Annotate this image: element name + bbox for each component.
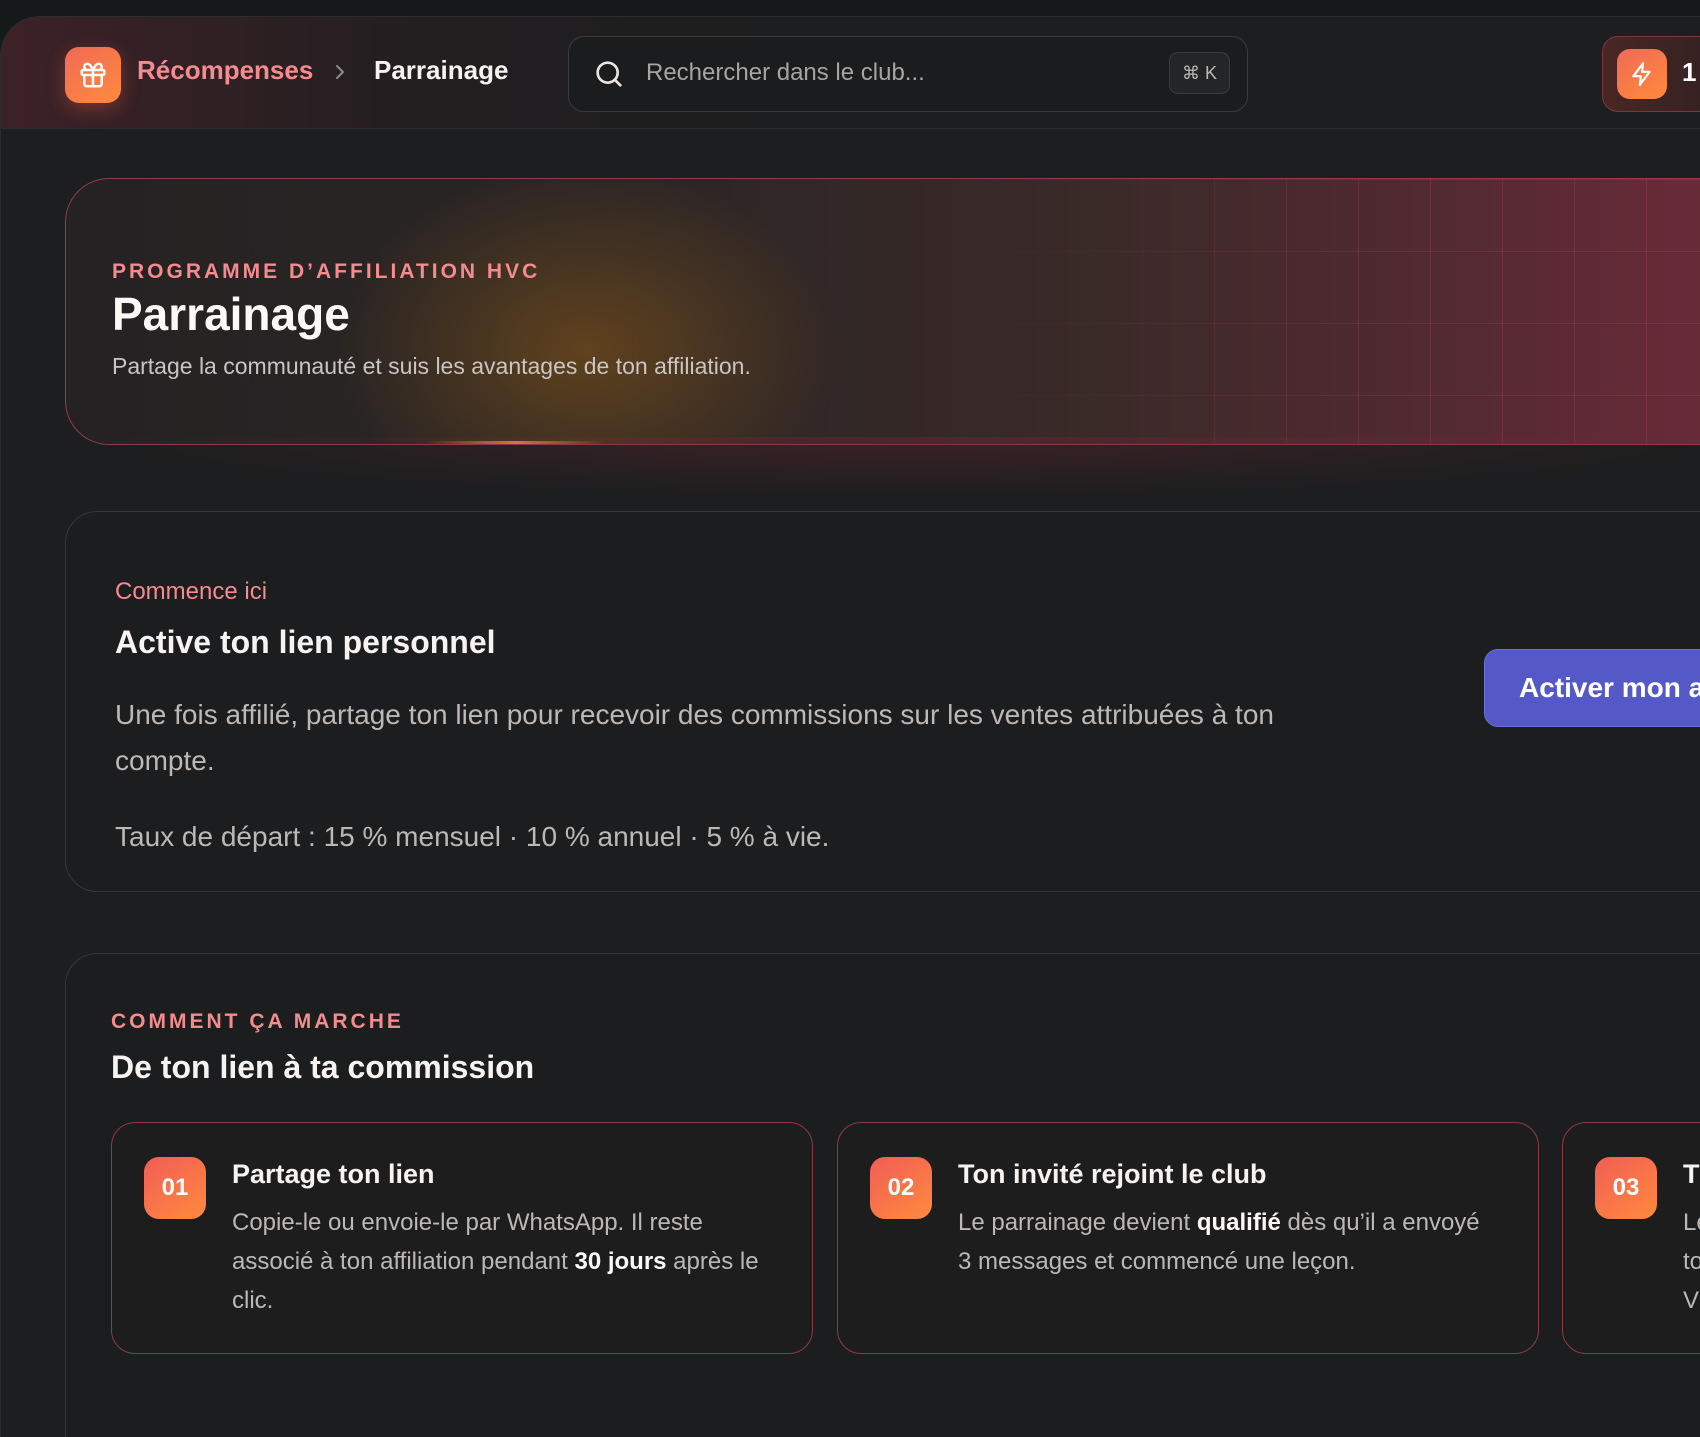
step-card-2: 02 Ton invité rejoint le club Le parrain…: [837, 1122, 1539, 1354]
how-eyebrow: COMMENT ÇA MARCHE: [111, 1010, 404, 1033]
step-card-1: 01 Partage ton lien Copie-le ou envoie-l…: [111, 1122, 813, 1354]
step-card-3: 03 T LetoV: [1562, 1122, 1700, 1354]
step-description: Le parrainage devient qualifié dès qu’il…: [958, 1209, 1480, 1275]
search-input[interactable]: Rechercher dans le club... ⌘ K: [568, 36, 1248, 112]
activation-heading: Active ton lien personnel: [115, 624, 496, 660]
activate-affiliation-button[interactable]: Activer mon affi: [1484, 649, 1700, 727]
commission-rates: Taux de départ : 15 % mensuel · 10 % ann…: [115, 821, 830, 852]
hero-grid-decoration: [926, 179, 1700, 444]
step-title: T: [1683, 1159, 1700, 1189]
search-shortcut-badge: ⌘ K: [1168, 52, 1230, 94]
step-title: Partage ton lien: [232, 1159, 435, 1189]
chevron-right-icon: [333, 63, 347, 86]
page-subtitle: Partage la communauté et suis les avanta…: [112, 353, 751, 379]
search-icon: [593, 58, 625, 95]
top-bar: Récompenses Parrainage Rechercher dans l…: [1, 17, 1700, 129]
step-description: Copie-le ou envoie-le par WhatsApp. Il r…: [232, 1209, 759, 1314]
gift-icon[interactable]: [65, 47, 121, 103]
step-number-badge: 03: [1595, 1157, 1657, 1219]
search-placeholder: Rechercher dans le club...: [646, 59, 925, 86]
app-window: Récompenses Parrainage Rechercher dans l…: [0, 16, 1700, 1437]
streak-count: 1: [1682, 57, 1697, 87]
step-number-badge: 02: [870, 1157, 932, 1219]
streak-badge[interactable]: 1: [1602, 36, 1700, 112]
step-title: Ton invité rejoint le club: [958, 1159, 1267, 1189]
activation-description: Une fois affilié, partage ton lien pour …: [115, 699, 1274, 776]
how-heading: De ton lien à ta commission: [111, 1049, 535, 1085]
lightning-icon: [1617, 49, 1667, 99]
hero-eyebrow: PROGRAMME D’AFFILIATION HVC: [112, 260, 541, 283]
step-description: LetoV: [1683, 1209, 1700, 1314]
page-title: Parrainage: [112, 288, 350, 340]
hero-shadow: [101, 437, 1700, 497]
step-number-badge: 01: [144, 1157, 206, 1219]
activation-kicker: Commence ici: [115, 578, 268, 605]
activation-card: Commence ici Active ton lien personnel U…: [65, 511, 1700, 892]
how-it-works-card: COMMENT ÇA MARCHE De ton lien à ta commi…: [65, 953, 1700, 1437]
hero-banner: PROGRAMME D’AFFILIATION HVC Parrainage P…: [65, 178, 1700, 445]
breadcrumb-current: Parrainage: [374, 55, 509, 85]
breadcrumb-parent-link[interactable]: Récompenses: [137, 55, 313, 86]
